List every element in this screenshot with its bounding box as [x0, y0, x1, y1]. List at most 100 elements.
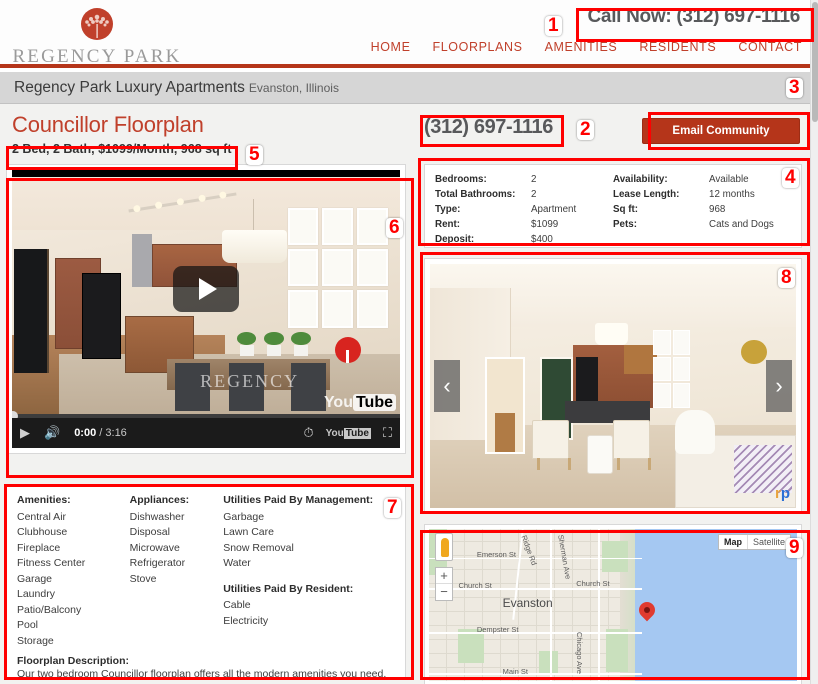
volume-icon[interactable]: 🔊 — [44, 425, 60, 441]
floorplan-summary: 2 Bed, 2 Bath, $1099/Month, 968 sq ft — [12, 142, 232, 156]
map-type-map-button[interactable]: Map — [719, 535, 748, 549]
video-time-separator: / — [96, 427, 106, 439]
video-thumbnail: REGENCY You Tube — [12, 177, 400, 416]
nav-item-residents[interactable]: RESIDENTS — [639, 40, 716, 54]
tree-circle-logo-icon — [81, 8, 113, 40]
play-icon[interactable]: ▶ — [20, 425, 30, 441]
detail-key: Rent: — [435, 219, 461, 230]
youtube-button[interactable]: You Tube — [325, 427, 371, 439]
detail-value: Apartment — [531, 204, 577, 215]
details-column-right: Availability: Available Lease Length: 12… — [613, 172, 791, 240]
detail-key: Sq ft: — [613, 204, 639, 215]
map-zoom-out-button[interactable]: − — [436, 584, 452, 600]
list-item: Dishwasher — [129, 510, 185, 523]
map-label: Chicago Ave — [574, 632, 584, 675]
video-duration: 3:16 — [105, 427, 127, 439]
map-label: Main St — [502, 667, 529, 677]
amenities-heading: Amenities: — [17, 494, 71, 506]
amenities-column-3: Utilities Paid By Management: Garbage La… — [223, 493, 395, 649]
map-zoom-in-button[interactable]: + — [436, 568, 452, 584]
site-logo[interactable]: REGENCY PARK — [12, 4, 182, 68]
table-row: Total Bathrooms: 2 — [435, 187, 613, 202]
list-item: Storage — [17, 634, 54, 647]
annotation-number-7: 7 — [384, 498, 401, 518]
property-subbar: Regency Park Luxury Apartments Evanston, … — [0, 72, 810, 104]
video-player[interactable]: REGENCY You Tube ▶ 🔊 0:00 / 3:16 ⏱ You Tub… — [12, 170, 400, 448]
map-card[interactable]: Emerson St Church St Church St Dempster … — [424, 524, 802, 684]
youtube-logo-tube: Tube — [352, 394, 396, 411]
list-item: Central Air — [17, 510, 67, 523]
floorplan-description-body: Our two bedroom Councillor floorplan off… — [17, 668, 387, 680]
nav-item-home[interactable]: HOME — [371, 40, 411, 54]
list-item: Garbage — [223, 510, 265, 523]
location-pin-icon[interactable] — [639, 602, 655, 618]
nav-item-floorplans[interactable]: FLOORPLANS — [433, 40, 523, 54]
page-scrollbar[interactable] — [810, 0, 818, 684]
list-item: Stove — [129, 572, 157, 585]
rentpath-logo: rp — [775, 485, 790, 502]
list-item: Lawn Care — [223, 526, 274, 538]
youtube-logo-you: You — [323, 394, 353, 411]
table-row: Availability: Available — [613, 172, 791, 187]
annotation-number-9: 9 — [786, 538, 803, 558]
annotation-number-1: 1 — [545, 16, 562, 36]
content-area: Councillor Floorplan 2 Bed, 2 Bath, $109… — [0, 104, 810, 684]
map-city-label: Evanston — [502, 595, 553, 610]
street-view-pegman-icon[interactable] — [435, 533, 453, 561]
map-label: Church St — [576, 579, 610, 589]
map-type-toggle: Map Satellite — [717, 534, 791, 550]
nav-item-amenities[interactable]: AMENITIES — [545, 40, 618, 54]
table-row: Sq ft: 968 — [613, 202, 791, 217]
appliances-heading: Appliances: — [129, 494, 190, 506]
list-item: Snow Removal — [223, 541, 294, 554]
video-player-card[interactable]: REGENCY You Tube ▶ 🔊 0:00 / 3:16 ⏱ You Tub… — [6, 164, 406, 454]
yt-tube-text: Tube — [343, 427, 371, 439]
yt-you-text: You — [325, 427, 344, 439]
list-item: Fitness Center — [17, 557, 86, 569]
map-label: Dempster St — [476, 624, 519, 634]
details-column-left: Bedrooms: 2 Total Bathrooms: 2 Type: Apa… — [435, 172, 613, 245]
fullscreen-icon[interactable]: ⛶ — [383, 425, 392, 441]
detail-key: Type: — [435, 204, 461, 215]
list-item: Garage — [17, 572, 53, 585]
detail-key: Deposit: — [435, 234, 475, 245]
list-item: Laundry — [17, 588, 55, 600]
carousel-photo: rp ‹ › — [430, 264, 796, 508]
video-play-button[interactable] — [173, 266, 239, 313]
table-row: Rent: $1099 — [435, 217, 613, 232]
list-item: Microwave — [129, 541, 180, 554]
email-community-button[interactable]: Email Community — [642, 118, 800, 144]
site-header: REGENCY PARK Call Now: (312) 697-1116 HO… — [0, 0, 810, 68]
detail-value: Available — [709, 174, 749, 185]
detail-key: Total Bathrooms: — [435, 189, 516, 200]
property-title-row: Regency Park Luxury Apartments Evanston, … — [14, 79, 339, 97]
table-row: Type: Apartment — [435, 202, 613, 217]
phone-number[interactable]: (312) 697-1116 — [424, 116, 553, 139]
list-item: Cable — [223, 599, 251, 611]
main-navigation: HOME FLOORPLANS AMENITIES RESIDENTS CONT… — [371, 40, 802, 54]
detail-value: $1099 — [531, 219, 559, 230]
list-item: Patio/Balcony — [17, 603, 82, 616]
carousel-prev-button[interactable]: ‹ — [434, 360, 460, 412]
table-row: Pets: Cats and Dogs — [613, 217, 791, 232]
list-item: Fireplace — [17, 541, 61, 554]
detail-value: $400 — [531, 234, 553, 245]
photo-carousel[interactable]: rp ‹ › — [424, 258, 802, 514]
carousel-next-button[interactable]: › — [766, 360, 792, 412]
video-controls: ▶ 🔊 0:00 / 3:16 ⏱ You Tube ⛶ — [12, 418, 400, 448]
map-type-satellite-button[interactable]: Satellite — [748, 535, 790, 549]
nav-item-contact[interactable]: CONTACT — [738, 40, 802, 54]
detail-value: 968 — [709, 204, 726, 215]
google-map[interactable]: Emerson St Church St Church St Dempster … — [429, 529, 797, 681]
scrollbar-thumb[interactable] — [812, 2, 818, 122]
page-root: REGENCY PARK Call Now: (312) 697-1116 HO… — [0, 0, 818, 684]
watch-later-icon[interactable]: ⏱ — [303, 425, 313, 441]
amenities-card: Amenities: Central Air Clubhouse Firepla… — [6, 484, 406, 680]
detail-key: Pets: — [613, 219, 637, 230]
detail-key: Availability: — [613, 174, 668, 185]
annotation-number-6: 6 — [386, 218, 403, 238]
property-name: Regency Park Luxury Apartments — [14, 79, 245, 96]
map-zoom-controls: + − — [435, 567, 453, 601]
detail-value: 12 months — [709, 189, 755, 200]
youtube-logo-overlay: You Tube — [324, 394, 396, 412]
